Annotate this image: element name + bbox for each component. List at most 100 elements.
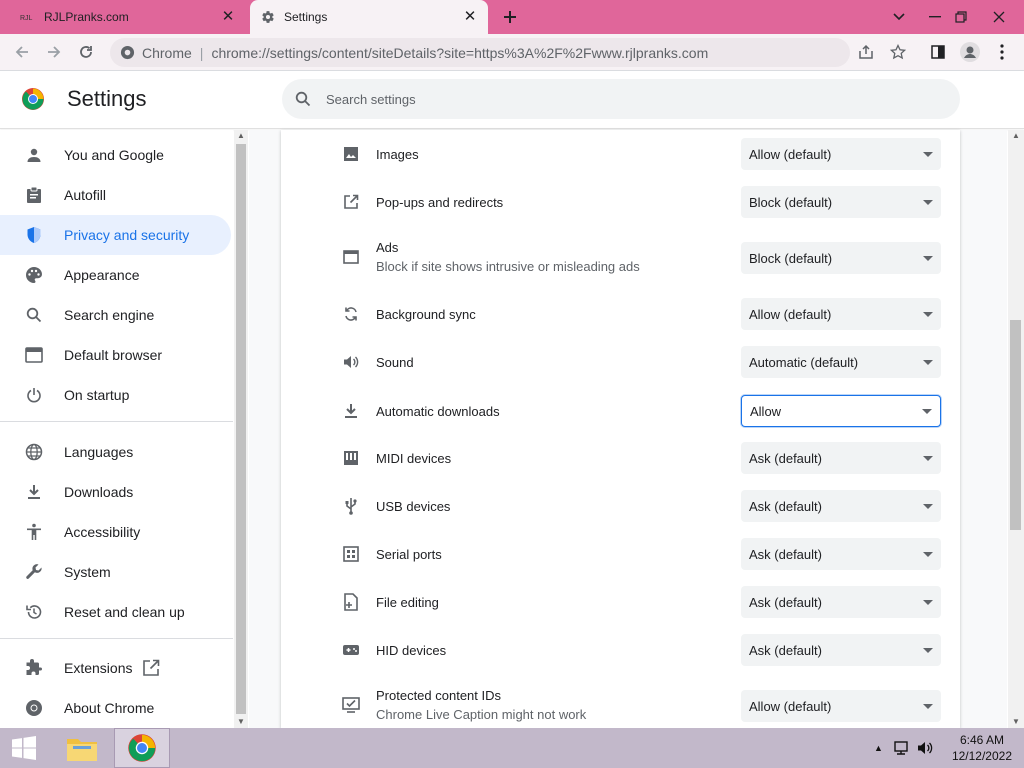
permission-row-ads: Ads Block if site shows intrusive or misl… [281, 236, 960, 278]
sidebar-item-label: On startup [64, 387, 130, 403]
permission-row-serial-ports: Serial ports Ask (default) [281, 538, 960, 570]
sidebar-item-about-chrome[interactable]: About Chrome [0, 688, 231, 728]
profile-avatar-icon[interactable] [956, 38, 984, 66]
network-icon[interactable] [893, 740, 911, 756]
permission-label: Sound [376, 354, 414, 370]
sidebar-item-accessibility[interactable]: Accessibility [0, 512, 231, 552]
forward-button[interactable] [40, 38, 68, 66]
sidebar-item-label: Accessibility [64, 524, 141, 540]
search-input[interactable] [326, 91, 926, 107]
tab-search-chevron-icon[interactable] [882, 0, 916, 34]
sidebar-item-you-and-google[interactable]: You and Google [0, 135, 231, 175]
permission-label: Images [376, 146, 419, 162]
search-icon [24, 305, 44, 325]
close-window-button[interactable] [982, 0, 1016, 34]
bookmark-star-icon[interactable] [884, 38, 912, 66]
reload-button[interactable] [72, 38, 100, 66]
sidebar-divider [0, 638, 233, 639]
permission-select[interactable]: Allow (default) [741, 690, 941, 722]
close-tab-icon[interactable]: ✕ [462, 9, 478, 25]
usb-icon [341, 496, 361, 516]
permission-select[interactable]: Allow (default) [741, 298, 941, 330]
side-panel-icon[interactable] [924, 38, 952, 66]
permission-select[interactable]: Automatic (default) [741, 346, 941, 378]
chrome-taskbar-icon[interactable] [114, 728, 170, 768]
person-icon [24, 145, 44, 165]
permission-label: Automatic downloads [376, 403, 500, 419]
volume-icon[interactable] [917, 740, 933, 756]
sidebar-item-default-browser[interactable]: Default browser [0, 335, 231, 375]
sidebar-item-autofill[interactable]: Autofill [0, 175, 231, 215]
gamepad-icon [341, 640, 361, 660]
rjl-favicon-icon: RJL [20, 9, 36, 25]
sidebar-item-appearance[interactable]: Appearance [0, 255, 231, 295]
permission-select[interactable]: Ask (default) [741, 538, 941, 570]
address-bar[interactable]: Chrome | chrome://settings/content/siteD… [110, 38, 850, 67]
file-explorer-taskbar-icon[interactable] [54, 728, 110, 768]
sidebar-item-extensions[interactable]: Extensions [0, 648, 231, 688]
scroll-up-arrow-icon[interactable]: ▲ [1008, 130, 1024, 142]
sidebar-item-system[interactable]: System [0, 552, 231, 592]
show-hidden-icons-icon[interactable]: ▲ [874, 743, 883, 753]
taskbar-clock[interactable]: 6:46 AM 12/12/2022 [952, 732, 1012, 764]
new-tab-button[interactable] [498, 4, 522, 30]
main-scrollbar[interactable]: ▲ ▼ [1008, 130, 1024, 728]
back-button[interactable] [8, 38, 36, 66]
scrollbar-thumb[interactable] [1010, 320, 1021, 530]
dropdown-caret-icon [923, 703, 933, 709]
site-label: Chrome [142, 44, 192, 61]
file-edit-icon [341, 592, 361, 612]
browser-toolbar: Chrome | chrome://settings/content/siteD… [0, 34, 1024, 71]
permission-select[interactable]: Ask (default) [741, 586, 941, 618]
scroll-down-arrow-icon[interactable]: ▼ [1008, 716, 1024, 728]
permission-select[interactable]: Allow (default) [741, 138, 941, 170]
permission-sublabel: Block if site shows intrusive or mislead… [376, 259, 640, 274]
permission-label: Protected content IDs Chrome Live Caption… [376, 688, 587, 722]
sidebar-item-label: Autofill [64, 187, 107, 203]
close-tab-icon[interactable]: ✕ [220, 9, 236, 25]
tab-rjlpranks[interactable]: RJL RJLPranks.com ✕ [10, 0, 246, 34]
permission-label: Ads Block if site shows intrusive or misl… [376, 240, 640, 274]
permission-select[interactable]: Block (default) [741, 186, 941, 218]
palette-icon [24, 265, 44, 285]
restore-button[interactable] [944, 0, 978, 34]
wrench-icon [24, 562, 44, 582]
permission-select[interactable]: Ask (default) [741, 490, 941, 522]
permission-select[interactable]: Ask (default) [741, 634, 941, 666]
svg-text:RJL: RJL [20, 15, 33, 22]
dropdown-caret-icon [923, 551, 933, 557]
sidebar-item-on-startup[interactable]: On startup [0, 375, 231, 415]
dropdown-caret-icon [923, 647, 933, 653]
chrome-icon [24, 698, 44, 718]
scroll-down-arrow-icon[interactable]: ▼ [234, 716, 248, 728]
share-icon[interactable] [852, 38, 880, 66]
permission-label: Serial ports [376, 546, 442, 562]
sidebar-item-label: Appearance [64, 267, 140, 283]
serial-port-icon [341, 544, 361, 564]
permission-select[interactable]: Block (default) [741, 242, 941, 274]
sidebar-item-label: You and Google [64, 147, 164, 163]
sidebar-item-reset-and-clean-up[interactable]: Reset and clean up [0, 592, 231, 632]
dropdown-caret-icon [923, 455, 933, 461]
permission-label: HID devices [376, 642, 447, 658]
dropdown-caret-icon [923, 255, 933, 261]
menu-kebab-icon[interactable] [988, 38, 1016, 66]
sidebar-item-downloads[interactable]: Downloads [0, 472, 231, 512]
permission-row-automatic-downloads: Automatic downloads Allow [281, 394, 960, 428]
tab-settings[interactable]: Settings ✕ [250, 0, 488, 34]
permission-select[interactable]: Allow [741, 395, 941, 427]
dropdown-caret-icon [923, 151, 933, 157]
sidebar-item-privacy-and-security[interactable]: Privacy and security [0, 215, 231, 255]
scroll-up-arrow-icon[interactable]: ▲ [234, 130, 248, 142]
sidebar-item-languages[interactable]: Languages [0, 432, 231, 472]
sidebar-scrollbar[interactable]: ▲ ▼ [234, 130, 248, 728]
sidebar-item-search-engine[interactable]: Search engine [0, 295, 231, 335]
settings-search[interactable] [282, 79, 960, 119]
permission-select[interactable]: Ask (default) [741, 442, 941, 474]
start-button[interactable] [0, 728, 48, 768]
scrollbar-thumb[interactable] [236, 144, 246, 714]
image-icon [341, 144, 361, 164]
clipboard-icon [24, 185, 44, 205]
power-icon [24, 385, 44, 405]
permission-label: Background sync [376, 306, 476, 322]
